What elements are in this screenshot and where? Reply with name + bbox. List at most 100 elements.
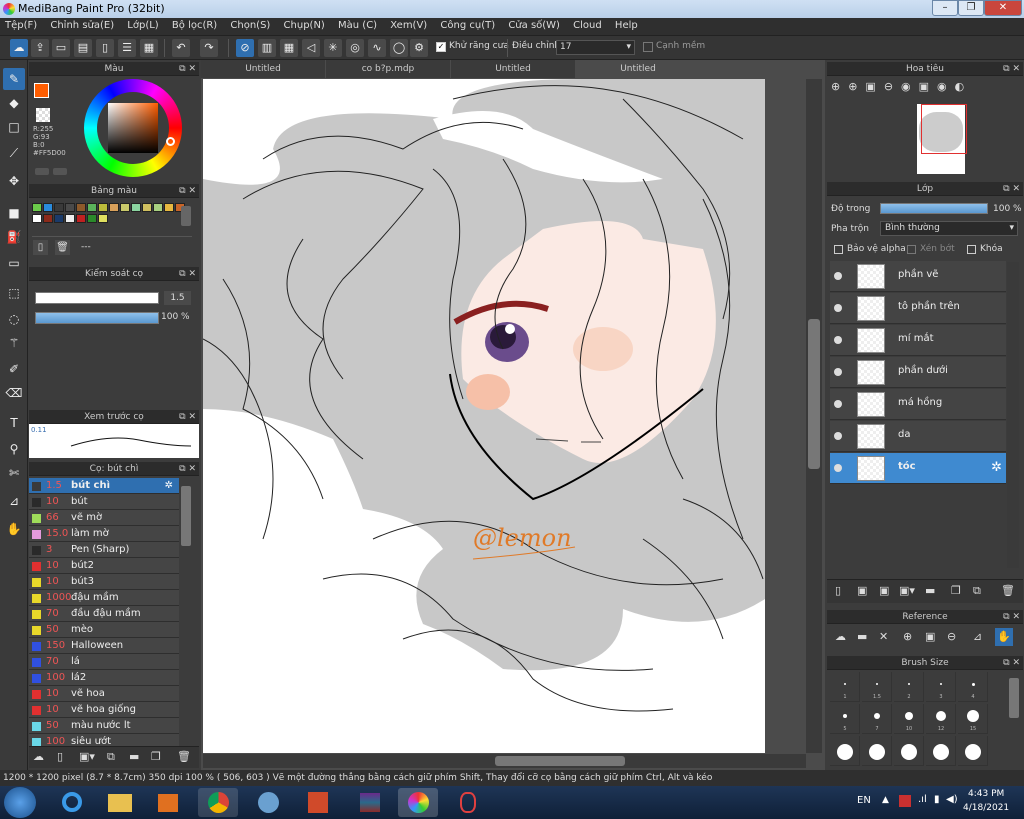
palette-swatch[interactable] xyxy=(153,203,163,212)
palette-swatch[interactable] xyxy=(43,214,53,223)
brush-tool-icon[interactable]: ✎ xyxy=(3,68,25,90)
brush-list-item[interactable]: 10 bút xyxy=(29,494,179,510)
tab-untitled-2[interactable]: Untitled xyxy=(451,60,575,78)
protect-alpha-checkbox[interactable] xyxy=(834,245,843,254)
brush-size-cell[interactable]: 4 xyxy=(958,672,988,702)
panel-controls-icon[interactable]: ⧉ ✕ xyxy=(1003,62,1020,76)
bucket-tool-icon[interactable]: ⛽ xyxy=(3,226,25,248)
language-indicator[interactable]: EN xyxy=(857,795,871,806)
brush-size-scrollbar[interactable] xyxy=(1009,678,1019,718)
layer-row[interactable]: phần vẽ xyxy=(830,261,1006,292)
vertical-scroll-thumb[interactable] xyxy=(808,319,820,469)
menu-layer[interactable]: Lớp(L) xyxy=(122,18,163,33)
palette-swatch[interactable] xyxy=(76,203,86,212)
adjust-select[interactable]: 17 ▾ xyxy=(556,40,635,55)
comment-icon[interactable]: ▭ xyxy=(52,39,70,57)
palette-swatch[interactable] xyxy=(65,214,75,223)
folder-icon[interactable]: ▬ xyxy=(129,750,139,763)
menu-color[interactable]: Màu (C) xyxy=(333,18,382,33)
close-reference-icon[interactable]: ✕ xyxy=(879,630,888,643)
eraser-tool-icon[interactable]: ◆ xyxy=(3,92,25,114)
explorer-icon[interactable] xyxy=(100,788,140,817)
brush-list-item[interactable]: 70 đầu đậu mầm xyxy=(29,606,179,622)
menu-edit[interactable]: Chỉnh sửa(E) xyxy=(45,18,119,33)
new-8bit-layer-icon[interactable]: ▣ xyxy=(879,584,889,597)
palette-swatch[interactable] xyxy=(54,214,64,223)
palette-swatch[interactable] xyxy=(164,203,174,212)
brush-list-item[interactable]: 3 Pen (Sharp) xyxy=(29,542,179,558)
brush-size-cell[interactable]: 10 xyxy=(894,704,924,734)
new-halftone-layer-icon[interactable]: ▣ xyxy=(857,584,867,597)
brush-size-cell[interactable] xyxy=(830,736,860,766)
zoom-out-reference-icon[interactable]: ⊖ xyxy=(947,630,956,643)
palette-swatch[interactable] xyxy=(65,203,75,212)
brush-size-slider[interactable] xyxy=(35,292,159,304)
navigator-controls-icon[interactable]: ⊕⊕▣⊖◉▣◉◐ xyxy=(831,80,972,93)
zoom-in-reference-icon[interactable]: ⊕ xyxy=(903,630,912,643)
delete-palette-icon[interactable]: 🗑 xyxy=(55,240,70,255)
lasso-tool-icon[interactable]: ◌ xyxy=(3,308,25,330)
eye-icon[interactable] xyxy=(834,368,842,376)
brush-size-cell[interactable] xyxy=(958,736,988,766)
battery-icon[interactable]: ▮ xyxy=(934,794,940,805)
tab-untitled-active[interactable]: Untitled xyxy=(576,60,700,78)
snap-off-icon[interactable]: ⊘ xyxy=(236,39,254,57)
delete-brush-icon[interactable]: 🗑 xyxy=(177,750,191,763)
layers-scrollbar[interactable] xyxy=(1007,262,1019,568)
layer-row[interactable]: da xyxy=(830,421,1006,452)
network-app-icon[interactable] xyxy=(248,788,288,817)
brush-list-item[interactable]: 100 siêu ướt xyxy=(29,734,179,746)
color-mode-button-2[interactable] xyxy=(53,168,67,175)
minimize-button[interactable]: – xyxy=(932,0,958,16)
soft-edge-checkbox[interactable] xyxy=(643,42,653,52)
line-tool-icon[interactable]: ⟋ xyxy=(3,142,25,164)
duplicate-icon[interactable]: ❐ xyxy=(151,750,161,763)
panel-controls-icon[interactable]: ⧉ ✕ xyxy=(1003,656,1020,670)
brush-opacity-slider[interactable] xyxy=(35,312,159,324)
layer-row[interactable]: tô phần trên xyxy=(830,293,1006,324)
winrar-icon[interactable] xyxy=(350,788,390,817)
brush-size-cell[interactable]: 12 xyxy=(926,704,956,734)
signal-icon[interactable]: .ıl xyxy=(918,794,927,805)
cloud-reference-icon[interactable]: ☁ xyxy=(835,630,846,643)
close-button[interactable]: ✕ xyxy=(984,0,1022,16)
menu-help[interactable]: Help xyxy=(610,18,643,33)
add-brush-icon[interactable]: ▣▾ xyxy=(79,750,95,763)
new-palette-icon[interactable]: ▯ xyxy=(33,240,48,255)
brush-size-cell[interactable]: 15 xyxy=(958,704,988,734)
layer-row[interactable]: tóc ✲ xyxy=(830,453,1006,484)
tab-untitled-1[interactable]: Untitled xyxy=(201,60,325,78)
drawing-canvas[interactable]: @lemon xyxy=(203,79,765,753)
panel-controls-icon[interactable]: ⧉ ✕ xyxy=(179,410,196,424)
brush-size-value[interactable]: 1.5 xyxy=(164,291,191,305)
panel-controls-icon[interactable]: ⧉ ✕ xyxy=(179,184,196,198)
list-icon[interactable]: ☰ xyxy=(118,39,136,57)
panel-controls-icon[interactable]: ⧉ ✕ xyxy=(1003,610,1020,624)
eyedropper-reference-icon[interactable]: ⊿ xyxy=(973,630,982,643)
cloud-brush-icon[interactable]: ☁ xyxy=(33,750,44,763)
palette-swatch[interactable] xyxy=(43,203,53,212)
maximize-button[interactable]: ❐ xyxy=(958,0,984,16)
palette-swatch[interactable] xyxy=(54,203,64,212)
antialias-checkbox[interactable]: ✓ xyxy=(436,42,446,52)
eye-icon[interactable] xyxy=(834,432,842,440)
brush-size-cell[interactable]: 3 xyxy=(926,672,956,702)
palette-scrollbar[interactable] xyxy=(181,206,191,226)
chat-icon[interactable]: ▤ xyxy=(74,39,92,57)
vanish-snap-icon[interactable]: ◁ xyxy=(302,39,320,57)
new-brush-icon[interactable]: ▯ xyxy=(57,750,63,763)
palette-swatch[interactable] xyxy=(87,214,97,223)
brush-size-cell[interactable] xyxy=(862,736,892,766)
navigator-viewport[interactable] xyxy=(921,104,967,154)
layer-settings-icon[interactable]: ✲ xyxy=(991,460,1002,475)
select-eraser-icon[interactable]: ⌫ xyxy=(3,382,25,404)
media-player-icon[interactable] xyxy=(148,788,188,817)
layer-folder-icon[interactable]: ▬ xyxy=(925,584,935,597)
ellipse-snap-icon[interactable]: ◯ xyxy=(390,39,408,57)
page-icon[interactable]: ▯ xyxy=(96,39,114,57)
select-pen-icon[interactable]: ✐ xyxy=(3,358,25,380)
palette-swatch[interactable] xyxy=(98,214,108,223)
clock-date[interactable]: 4/18/2021 xyxy=(963,803,1009,813)
palette-swatch[interactable] xyxy=(32,203,42,212)
brush-list-item[interactable]: 1000 đậu mầm xyxy=(29,590,179,606)
